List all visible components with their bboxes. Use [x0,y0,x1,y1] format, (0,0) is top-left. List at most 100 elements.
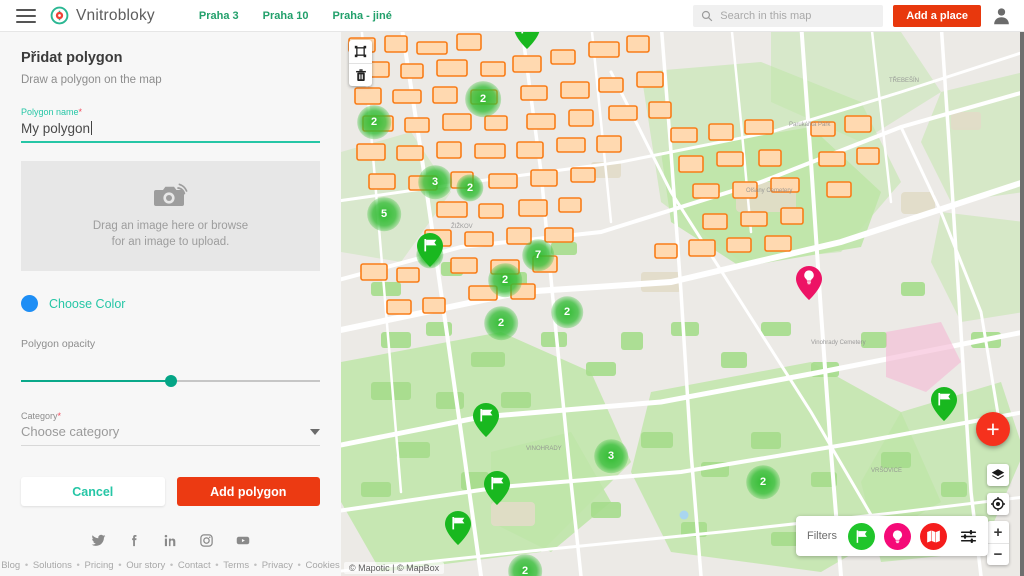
sidebar-scrollbar[interactable] [1020,32,1024,576]
color-swatch [21,295,38,312]
delete-trash-icon[interactable] [349,63,372,86]
user-avatar-icon[interactable] [991,5,1012,26]
search-input[interactable]: Search in this map [693,4,884,27]
category-field: Category* Choose category [21,411,320,446]
social-links [0,523,341,560]
cluster-count: 2 [479,93,487,105]
camera-icon [153,183,187,206]
footer-separator: • [73,560,83,571]
zoom-in-button[interactable]: + [987,521,1009,543]
footer-separator: • [212,560,222,571]
footer-link[interactable]: Cookies [305,560,339,571]
footer-link[interactable]: Solutions [33,560,72,571]
category-label: Category* [21,411,320,421]
footer-link[interactable]: Pricing [85,560,114,571]
map-pin-marker[interactable] [796,266,822,303]
footer-link[interactable]: Contact [178,560,211,571]
flag-icon [445,511,471,545]
svg-text:VRŠOVICE: VRŠOVICE [871,467,902,474]
add-a-place-button[interactable]: Add a place [893,4,981,27]
flag-icon [514,32,540,49]
lightbulb-icon [892,529,902,543]
choose-color-button[interactable]: Choose Color [21,295,320,312]
layers-icon[interactable] [987,464,1009,486]
brand-logo[interactable]: Vnitrobloky [50,6,155,25]
svg-text:Olšany Cemetery: Olšany Cemetery [746,188,792,194]
polygon-opacity-label: Polygon opacity [21,338,96,350]
flag-icon [473,403,499,437]
add-polygon-button[interactable]: Add polygon [176,477,320,506]
map-pin-marker[interactable] [417,233,443,270]
panel-subtitle: Draw a polygon on the map [21,74,162,86]
twitter-icon[interactable] [91,533,106,548]
hamburger-icon[interactable] [16,8,36,23]
cancel-button[interactable]: Cancel [21,477,165,506]
flag-icon [417,233,443,267]
footer-link[interactable]: Privacy [262,560,293,571]
nav-link-praha-jine[interactable]: Praha - jiné [333,10,392,22]
image-dropzone[interactable]: Drag an image here or browse for an imag… [21,161,320,271]
draw-toolbar [349,40,372,86]
cluster-count: 2 [466,182,474,194]
idea-filter-chip[interactable] [883,522,911,550]
cluster-count: 7 [534,249,542,261]
tune-sliders-icon[interactable] [960,528,977,545]
polygon-opacity-slider[interactable] [21,375,320,387]
header-right-group: Search in this map Add a place [693,4,1024,27]
svg-text:ŽIŽKOV: ŽIŽKOV [451,222,473,230]
map-pin-marker[interactable] [445,511,471,548]
footer-separator: • [115,560,125,571]
instagram-icon[interactable] [199,533,214,548]
footer-link[interactable]: Our story [126,560,165,571]
slider-fill [21,380,171,382]
category-value: Choose category [21,424,120,439]
map-pin-marker[interactable] [484,471,510,508]
nav-link-praha-10[interactable]: Praha 10 [263,10,309,22]
brand-name: Vnitrobloky [76,6,155,24]
footer-link[interactable]: Terms [223,560,249,571]
add-polygon-panel: Přidat polygon Draw a polygon on the map… [0,32,341,576]
nav-link-praha-3[interactable]: Praha 3 [199,10,239,22]
choose-color-label: Choose Color [49,296,126,311]
map-icon [927,530,940,542]
svg-text:VINOHRADY: VINOHRADY [526,446,562,452]
slider-thumb[interactable] [164,375,177,387]
header-nav: Praha 3 Praha 10 Praha - jiné [199,10,392,22]
footer-separator: • [22,560,31,571]
category-label-text: Category [21,411,58,421]
add-place-fab[interactable]: + [976,412,1010,446]
footer-separator: • [294,560,304,571]
svg-text:TŘEBEŠÍN: TŘEBEŠÍN [889,76,919,84]
map-pin-marker[interactable] [931,387,957,424]
youtube-icon[interactable] [235,533,251,548]
flag-icon [931,387,957,421]
polygon-name-field: Polygon name* My polygon [21,107,320,143]
map-pin-marker[interactable] [473,403,499,440]
app-header: Vnitrobloky Praha 3 Praha 10 Praha - jin… [0,0,1024,32]
facebook-icon[interactable] [127,533,142,548]
panel-actions: Cancel Add polygon [21,477,320,506]
lightbulb-icon [796,266,822,300]
linkedin-icon[interactable] [163,533,178,548]
flag-filter-chip[interactable] [847,522,875,550]
map-filter-chip[interactable] [919,522,947,550]
map-pin-marker[interactable] [514,32,540,52]
chevron-down-icon [310,428,320,435]
dropzone-line-2: for an image to upload. [111,235,230,248]
layers-control [987,464,1009,486]
text-caret [91,121,93,135]
cluster-count: 3 [431,176,439,188]
svg-text:Vinohrady Cemetery: Vinohrady Cemetery [811,340,866,346]
footer-link[interactable]: Blog [1,560,20,571]
zoom-control: + − [987,521,1009,565]
category-required-asterisk: * [57,411,62,421]
mapotic-pin-logo-icon [50,6,69,25]
zoom-out-button[interactable]: − [987,543,1009,565]
polygon-name-input[interactable]: My polygon [21,117,320,143]
draw-polygon-icon[interactable] [349,40,372,63]
locate-icon[interactable] [987,493,1009,515]
map-canvas[interactable]: ŽIŽKOV VRŠOVICE VINOHRADY TŘEBEŠÍN Olšan… [341,32,1024,576]
cluster-count: 2 [521,565,529,576]
category-select[interactable]: Choose category [21,421,320,446]
search-icon [702,10,713,21]
